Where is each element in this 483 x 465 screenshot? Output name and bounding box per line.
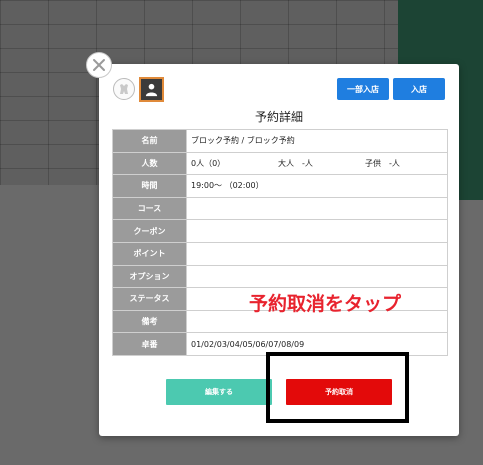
person-icon xyxy=(145,83,158,97)
dog-avatar[interactable] xyxy=(113,78,135,100)
row-label-option: オプション xyxy=(112,264,187,289)
row-value-coupon xyxy=(186,219,448,243)
partial-checkin-button[interactable]: 一部入店 xyxy=(337,78,389,100)
row-label-time: 時間 xyxy=(112,174,187,198)
checkin-button[interactable]: 入店 xyxy=(393,78,445,100)
people-child: 子供 -人 xyxy=(365,158,400,168)
edit-button[interactable]: 編集する xyxy=(166,379,272,405)
modal-title: 予約詳細 xyxy=(254,110,303,124)
row-label-status: ステータス xyxy=(112,287,187,311)
dog-icon xyxy=(120,84,128,94)
table-row: コース xyxy=(112,196,448,221)
row-value-course xyxy=(186,196,448,221)
table-row: 名前 ブロック予約 / ブロック予約 xyxy=(112,129,448,153)
row-label-people: 人数 xyxy=(112,151,187,176)
row-value-people: 0人（0） 大人 -人 子供 -人 xyxy=(186,151,448,176)
row-value-point xyxy=(186,241,448,266)
row-value-option xyxy=(186,264,448,289)
person-avatar[interactable] xyxy=(139,77,164,102)
table-row: 時間 19:00〜 （02:00） xyxy=(112,174,448,198)
annotation-instruction-text: 予約取消をタップ xyxy=(249,293,402,315)
close-icon xyxy=(93,59,105,71)
row-value-name: ブロック予約 / ブロック予約 xyxy=(186,129,448,153)
row-label-memo: 備考 xyxy=(112,309,187,334)
table-row: クーポン xyxy=(112,219,448,243)
row-label-name: 名前 xyxy=(112,129,187,153)
people-adult: 大人 -人 xyxy=(278,158,313,168)
table-row: 人数 0人（0） 大人 -人 子供 -人 xyxy=(112,151,448,176)
table-row: ポイント xyxy=(112,241,448,266)
reservation-detail-table: 名前 ブロック予約 / ブロック予約 人数 0人（0） 大人 -人 子供 -人 … xyxy=(112,129,448,356)
row-label-coupon: クーポン xyxy=(112,219,187,243)
row-label-table-number: 卓番 xyxy=(112,332,187,356)
row-label-course: コース xyxy=(112,196,187,221)
row-label-point: ポイント xyxy=(112,241,187,266)
table-row: オプション xyxy=(112,264,448,289)
row-value-time: 19:00〜 （02:00） xyxy=(186,174,448,198)
close-button[interactable] xyxy=(86,52,112,78)
people-total: 0人（0） xyxy=(191,158,226,168)
annotation-highlight-box xyxy=(266,352,409,423)
